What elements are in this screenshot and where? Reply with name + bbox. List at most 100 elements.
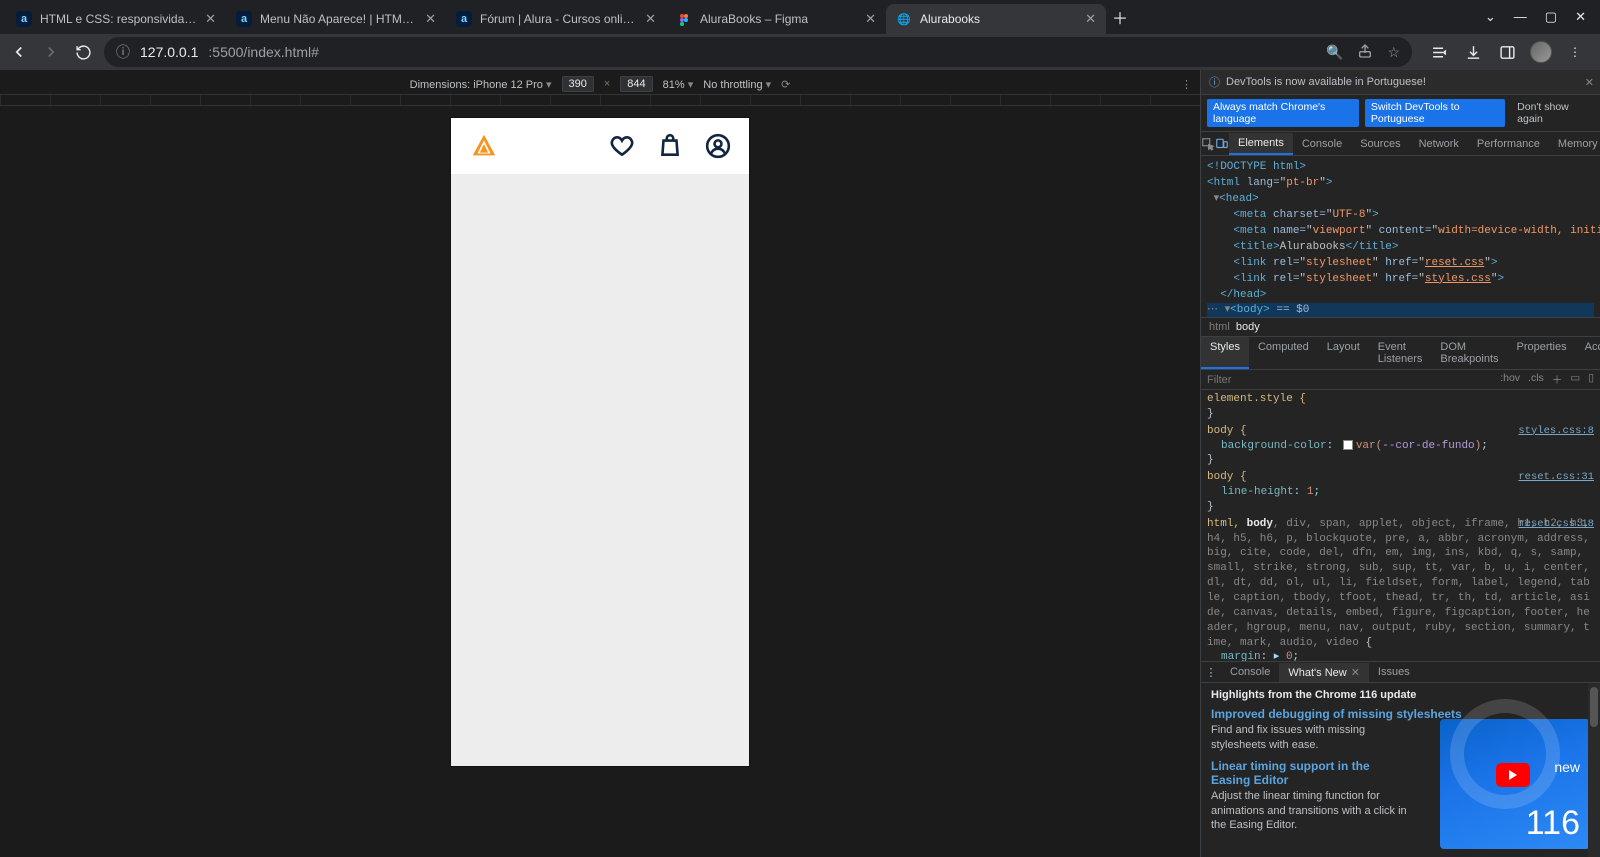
dom-tree[interactable]: <!DOCTYPE html> <html lang="pt-br"> ▾<he… xyxy=(1201,156,1600,318)
drawer-heading: Highlights from the Chrome 116 update xyxy=(1211,689,1590,701)
profile-avatar[interactable] xyxy=(1530,41,1552,63)
share-icon[interactable] xyxy=(1357,43,1373,62)
cls-toggle[interactable]: .cls xyxy=(1528,372,1544,387)
kebab-menu-icon[interactable]: ⋮ xyxy=(1564,41,1586,63)
styles-tab-props[interactable]: Properties xyxy=(1507,337,1575,369)
styles-rules[interactable]: element.style { } styles.css:8 body { ba… xyxy=(1201,390,1600,661)
browser-tabstrip: a HTML e CSS: responsividade com ✕ a Men… xyxy=(0,0,1600,34)
source-link[interactable]: reset.css:18 xyxy=(1518,517,1594,531)
switch-language-button[interactable]: Switch DevTools to Portuguese xyxy=(1365,99,1505,127)
download-icon[interactable] xyxy=(1462,41,1484,63)
drawer-tab-issues[interactable]: Issues xyxy=(1369,663,1419,681)
new-rule-icon[interactable]: ＋ xyxy=(1552,372,1563,387)
star-icon[interactable]: ☆ xyxy=(1387,44,1400,61)
close-window-icon[interactable]: ✕ xyxy=(1575,9,1586,25)
dimension-multiply: × xyxy=(604,78,610,90)
drawer-tab-console[interactable]: Console xyxy=(1221,663,1279,681)
tab-2[interactable]: a Menu Não Aparece! | HTML e CS ✕ xyxy=(226,4,446,34)
source-link[interactable]: reset.css:31 xyxy=(1518,470,1594,484)
tab-3[interactable]: a Fórum | Alura - Cursos online de ✕ xyxy=(446,4,666,34)
reload-button[interactable] xyxy=(72,41,94,63)
tab-network[interactable]: Network xyxy=(1410,134,1468,154)
rotate-icon[interactable]: ⟳ xyxy=(781,78,790,91)
styles-tab-styles[interactable]: Styles xyxy=(1201,337,1249,369)
match-language-button[interactable]: Always match Chrome's language xyxy=(1207,99,1359,127)
tab-elements[interactable]: Elements xyxy=(1229,133,1293,155)
kebab-menu-icon[interactable]: ⋮ xyxy=(1201,666,1221,679)
device-width-input[interactable]: 390 xyxy=(562,76,594,92)
whatsnew-promo-card[interactable]: new 116 xyxy=(1440,719,1590,849)
hov-toggle[interactable]: :hov xyxy=(1500,372,1520,387)
sidepanel-icon[interactable] xyxy=(1496,41,1518,63)
address-bar[interactable]: ⓘ 127.0.0.1:5500/index.html# 🔍 ☆ xyxy=(104,37,1412,67)
promo-version: 116 xyxy=(1526,804,1580,843)
favicon-alura: a xyxy=(16,11,32,27)
inspect-icon[interactable] xyxy=(1201,137,1215,151)
dom-breadcrumbs[interactable]: html body xyxy=(1201,318,1600,337)
tab-memory[interactable]: Memory xyxy=(1549,134,1600,154)
minimize-icon[interactable]: — xyxy=(1514,9,1527,25)
forward-button[interactable] xyxy=(40,41,62,63)
tab-sources[interactable]: Sources xyxy=(1351,134,1409,154)
workspace: Dimensions: iPhone 12 Pro 390 × 844 81% … xyxy=(0,70,1600,857)
heart-icon[interactable] xyxy=(609,133,635,159)
device-toggle-icon[interactable] xyxy=(1215,137,1229,151)
devtools-info-bar: ⓘ DevTools is now available in Portugues… xyxy=(1201,70,1600,95)
drawer-tab-whatsnew[interactable]: What's New✕ xyxy=(1279,663,1369,682)
tab-performance[interactable]: Performance xyxy=(1468,134,1549,154)
tab-title: HTML e CSS: responsividade com xyxy=(40,12,197,26)
source-link[interactable]: styles.css:8 xyxy=(1518,424,1594,438)
tab-console[interactable]: Console xyxy=(1293,134,1351,154)
device-height-input[interactable]: 844 xyxy=(620,76,652,92)
styles-tab-dombp[interactable]: DOM Breakpoints xyxy=(1431,337,1507,369)
close-icon[interactable]: ✕ xyxy=(425,11,436,27)
device-viewport-pane: Dimensions: iPhone 12 Pro 390 × 844 81% … xyxy=(0,70,1200,857)
device-zoom-select[interactable]: 81% xyxy=(663,78,694,91)
app-header xyxy=(451,118,749,174)
bag-icon[interactable] xyxy=(657,133,683,159)
drawer-text-1: Find and fix issues with missing stylesh… xyxy=(1211,723,1411,753)
styles-tab-listeners[interactable]: Event Listeners xyxy=(1369,337,1432,369)
device-throttling-select[interactable]: No throttling xyxy=(703,78,771,91)
devtools-tabs: Elements Console Sources Network Perform… xyxy=(1201,132,1600,156)
close-icon[interactable]: ✕ xyxy=(645,11,656,27)
info-icon[interactable]: ⓘ xyxy=(116,42,130,62)
styles-sidebar-tabs: Styles Computed Layout Event Listeners D… xyxy=(1201,337,1600,370)
scrollbar[interactable] xyxy=(1588,683,1600,857)
styles-filter-input[interactable] xyxy=(1207,374,1500,386)
zoom-icon[interactable]: 🔍 xyxy=(1326,44,1343,61)
close-icon[interactable]: ✕ xyxy=(205,11,216,27)
app-logo-icon xyxy=(469,131,499,161)
close-icon[interactable]: ✕ xyxy=(1585,76,1594,89)
tab-1[interactable]: a HTML e CSS: responsividade com ✕ xyxy=(6,4,226,34)
maximize-icon[interactable]: ▢ xyxy=(1545,9,1557,25)
tab-5[interactable]: 🌐 Alurabooks ✕ xyxy=(886,4,1106,34)
info-icon: ⓘ xyxy=(1209,74,1220,90)
close-icon[interactable]: ✕ xyxy=(865,11,876,27)
dont-show-button[interactable]: Don't show again xyxy=(1511,99,1594,127)
new-tab-button[interactable]: ＋ xyxy=(1106,3,1134,31)
sidebar-toggle-icon[interactable]: ▯ xyxy=(1588,372,1594,387)
drawer-tabs: ⋮ Console What's New✕ Issues xyxy=(1201,661,1600,683)
drawer-text-2: Adjust the linear timing function for an… xyxy=(1211,789,1421,834)
close-icon[interactable]: ✕ xyxy=(1085,11,1096,27)
styles-tab-a11y[interactable]: Accessibility xyxy=(1576,337,1600,369)
computed-toggle-icon[interactable]: ▭ xyxy=(1570,372,1580,387)
close-icon[interactable]: ✕ xyxy=(1351,667,1360,679)
user-icon[interactable] xyxy=(705,133,731,159)
styles-tab-layout[interactable]: Layout xyxy=(1318,337,1369,369)
tab-4[interactable]: AluraBooks – Figma ✕ xyxy=(666,4,886,34)
styles-tab-computed[interactable]: Computed xyxy=(1249,337,1318,369)
favicon-figma xyxy=(676,11,692,27)
tab-title: Menu Não Aparece! | HTML e CS xyxy=(260,12,417,26)
url-host: 127.0.0.1 xyxy=(140,44,198,60)
device-dimensions-select[interactable]: Dimensions: iPhone 12 Pro xyxy=(410,78,552,91)
back-button[interactable] xyxy=(8,41,30,63)
emulated-device-frame xyxy=(451,118,749,766)
device-kebab-icon[interactable]: ⋮ xyxy=(1181,78,1192,91)
tab-title: AluraBooks – Figma xyxy=(700,12,857,26)
chevron-down-icon[interactable]: ⌄ xyxy=(1485,9,1496,25)
window-controls: ⌄ — ▢ ✕ xyxy=(1485,9,1600,25)
reading-list-icon[interactable] xyxy=(1428,41,1450,63)
drawer-link-2[interactable]: Linear timing support in the Easing Edit… xyxy=(1211,759,1411,787)
